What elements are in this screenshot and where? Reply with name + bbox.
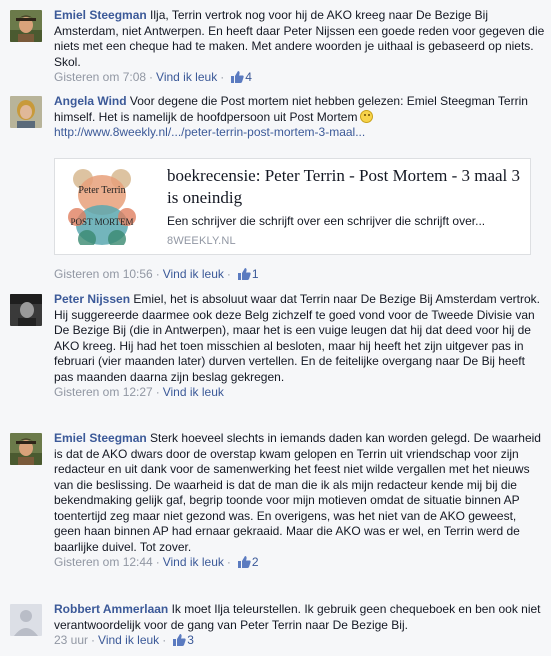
comment-meta: Gisteren om 12:27 · Vind ik leuk [54,385,224,399]
timestamp[interactable]: Gisteren om 12:44 [54,555,153,569]
avatar[interactable] [10,294,42,326]
preview-image: Peter Terrin POST MORTEM [63,167,141,245]
like-link[interactable]: Vind ik leuk [156,70,217,84]
comment-meta: 23 uur · Vind ik leuk · 3 [54,633,194,647]
like-link[interactable]: Vind ik leuk [98,633,159,647]
avatar[interactable] [10,96,42,128]
comment-text: Sterk hoeveel slechts in iemands daden k… [54,431,541,554]
smiley-icon [360,109,374,123]
avatar[interactable] [10,433,42,465]
timestamp[interactable]: Gisteren om 7:08 [54,70,146,84]
link-preview-card[interactable]: Peter Terrin POST MORTEM boekrecensie: P… [54,158,531,255]
author-name[interactable]: Emiel Steegman [54,431,147,445]
like-count[interactable]: 1 [234,267,259,281]
timestamp[interactable]: 23 uur [54,633,88,647]
preview-domain: 8WEEKLY.NL [167,235,236,247]
timestamp[interactable]: Gisteren om 10:56 [54,267,153,281]
like-count[interactable]: 3 [169,633,194,647]
thumbs-up-icon [237,268,251,280]
like-link[interactable]: Vind ik leuk [163,555,224,569]
timestamp[interactable]: Gisteren om 12:27 [54,385,153,399]
like-count[interactable]: 2 [234,555,259,569]
like-link[interactable]: Vind ik leuk [163,385,224,399]
thumbs-up-icon [173,634,186,646]
preview-image-text-top: Peter Terrin [78,185,125,196]
avatar[interactable] [10,10,42,42]
author-name[interactable]: Robbert Ammerlaan [54,602,168,616]
like-link[interactable]: Vind ik leuk [163,267,224,281]
comment-meta: Gisteren om 12:44 · Vind ik leuk · 2 [54,555,259,569]
link-url[interactable]: http://www.8weekly.nl/.../peter-terrin-p… [54,125,365,139]
author-name[interactable]: Emiel Steegman [54,8,147,22]
thumbs-up-icon [237,556,251,568]
comment-meta: Gisteren om 7:08 · Vind ik leuk · 4 [54,70,252,84]
comment-meta: Gisteren om 10:56 · Vind ik leuk · 1 [54,267,259,281]
preview-title[interactable]: boekrecensie: Peter Terrin - Post Mortem… [167,165,524,209]
preview-description: Een schrijver die schrijft over een schr… [167,214,486,228]
author-name[interactable]: Angela Wind [54,94,127,108]
like-count[interactable]: 4 [227,70,252,84]
thumbs-up-icon [231,71,244,83]
author-name[interactable]: Peter Nijssen [54,292,130,306]
avatar[interactable] [10,604,42,636]
preview-image-text-bottom: POST MORTEM [70,217,133,227]
